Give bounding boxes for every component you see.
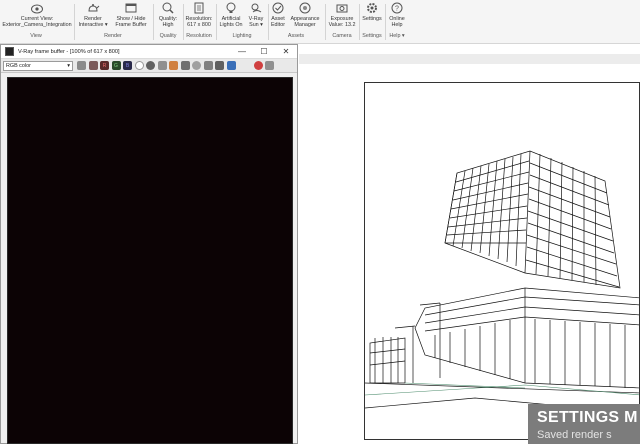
group-label-resolution: Resolution xyxy=(186,33,212,39)
save-image-icon[interactable] xyxy=(157,61,167,70)
vfb-title: V-Ray frame buffer - [100% of 617 x 800] xyxy=(18,48,120,55)
separator xyxy=(153,4,154,40)
settings-label: Settings xyxy=(362,16,382,22)
asset-editor-button[interactable]: Asset Editor xyxy=(269,1,287,28)
render-label-2: Interactive ▾ xyxy=(78,22,108,29)
camera-view-icon xyxy=(31,4,43,14)
appearance-manager-label-2: Manager xyxy=(294,22,316,29)
group-label-quality: Quality xyxy=(159,33,177,39)
render-interactive-button[interactable]: Render Interactive ▾ xyxy=(77,1,109,28)
online-help-button[interactable]: ? Online Help xyxy=(386,1,408,28)
group-label-view: View xyxy=(30,33,42,39)
group-label-assets: Assets xyxy=(287,33,305,39)
red-channel-button[interactable]: R xyxy=(100,61,109,70)
track-mouse-icon[interactable] xyxy=(192,61,201,70)
quality-button[interactable]: Quality: High xyxy=(155,1,181,28)
blue-channel-label: B xyxy=(125,62,130,69)
group-label-camera: Camera xyxy=(332,33,352,39)
help-icon: ? xyxy=(391,2,403,14)
link-icon[interactable] xyxy=(215,61,224,70)
gear-icon xyxy=(367,3,377,13)
appearance-manager-button[interactable]: Appearance Manager xyxy=(288,1,322,28)
teapot-render-icon xyxy=(88,4,100,12)
render-image-area[interactable] xyxy=(7,77,293,444)
exposure-button[interactable]: Exposure Value: 13.2 xyxy=(327,1,357,28)
settings-notification: SETTINGS M Saved render s xyxy=(528,404,640,444)
stop-render-icon[interactable] xyxy=(253,61,263,70)
show-hide-frame-buffer-button[interactable]: Show / Hide Frame Buffer xyxy=(112,1,150,28)
chevron-down-icon: ▾ xyxy=(67,62,70,69)
svg-text:?: ? xyxy=(395,6,399,13)
green-channel-label: G xyxy=(114,62,118,69)
notification-title: SETTINGS M xyxy=(537,409,638,426)
blue-channel-button[interactable]: B xyxy=(123,61,132,70)
vray-frame-buffer-window[interactable]: V-Ray frame buffer - [100% of 617 x 800]… xyxy=(0,44,298,444)
online-help-label-2: Help xyxy=(391,22,403,29)
green-channel-button[interactable]: G xyxy=(111,61,121,70)
minimize-button[interactable]: — xyxy=(231,45,253,59)
group-label-settings[interactable]: Settings xyxy=(362,33,381,39)
group-label-help[interactable]: Help ▾ xyxy=(389,33,404,39)
vfb-toolbar: RGB color ▾ R G B xyxy=(1,59,297,73)
group-label-render: Render xyxy=(104,33,122,39)
channel-value: RGB color xyxy=(6,62,31,69)
red-channel-label: R xyxy=(102,62,107,69)
separator xyxy=(359,4,360,40)
appearance-icon xyxy=(299,2,311,14)
region-render-icon[interactable] xyxy=(203,61,213,70)
close-icon: ✕ xyxy=(282,47,290,56)
vray-sun-button[interactable]: V-Ray Sun ▾ xyxy=(245,1,267,28)
separator xyxy=(216,4,217,40)
building-line-drawing xyxy=(365,150,639,414)
sun-icon xyxy=(251,3,262,13)
minimize-icon: — xyxy=(238,47,246,56)
history-icon[interactable] xyxy=(226,61,236,70)
current-view-label-2: Exterior_Camera_Integration xyxy=(2,22,72,29)
folder-icon[interactable] xyxy=(169,61,178,70)
quality-label-2: High xyxy=(162,22,174,29)
group-label-lighting: Lighting xyxy=(232,33,252,39)
maximize-button[interactable]: ☐ xyxy=(253,45,275,59)
sheet-shadow xyxy=(299,54,640,64)
bulb-icon xyxy=(226,2,236,13)
ribbon-toolbar: Current View: Exterior_Camera_Integratio… xyxy=(0,0,640,44)
white-point-icon[interactable] xyxy=(134,61,144,70)
separator xyxy=(325,4,326,40)
sphere-icon[interactable] xyxy=(146,61,155,70)
artificial-lights-button[interactable]: Artificial Lights On xyxy=(218,1,244,28)
clear-image-icon[interactable] xyxy=(180,61,190,70)
settings-button[interactable]: Settings xyxy=(361,1,383,22)
frame-buffer-icon xyxy=(125,3,137,13)
resolution-icon xyxy=(194,2,204,14)
notification-subtitle: Saved render s xyxy=(537,429,612,441)
artificial-lights-label-2: Lights On xyxy=(219,22,243,29)
exposure-icon xyxy=(336,4,348,13)
asset-editor-icon xyxy=(272,2,284,14)
vray-sun-label-2: Sun ▾ xyxy=(249,22,263,29)
quality-icon xyxy=(162,2,174,14)
resolution-label-2: 617 x 800 xyxy=(187,22,211,29)
close-button[interactable]: ✕ xyxy=(275,45,297,59)
separator xyxy=(74,4,75,40)
render-icon[interactable] xyxy=(265,61,274,70)
resolution-button[interactable]: Resolution: 617 x 800 xyxy=(184,1,214,28)
vfb-titlebar[interactable]: V-Ray frame buffer - [100% of 617 x 800]… xyxy=(1,45,297,59)
current-view-button[interactable]: Current View: Exterior_Camera_Integratio… xyxy=(2,1,72,28)
vray-logo-icon xyxy=(5,47,14,56)
color-picker-icon[interactable] xyxy=(88,61,98,70)
save-channel-icon[interactable] xyxy=(77,61,86,70)
exposure-label-2: Value: 13.2 xyxy=(328,22,356,29)
maximize-icon: ☐ xyxy=(260,47,268,56)
channel-select[interactable]: RGB color ▾ xyxy=(3,60,73,71)
asset-editor-label-2: Editor xyxy=(270,22,286,29)
view-sheet[interactable] xyxy=(364,82,640,440)
show-hide-label-2: Frame Buffer xyxy=(115,22,147,29)
